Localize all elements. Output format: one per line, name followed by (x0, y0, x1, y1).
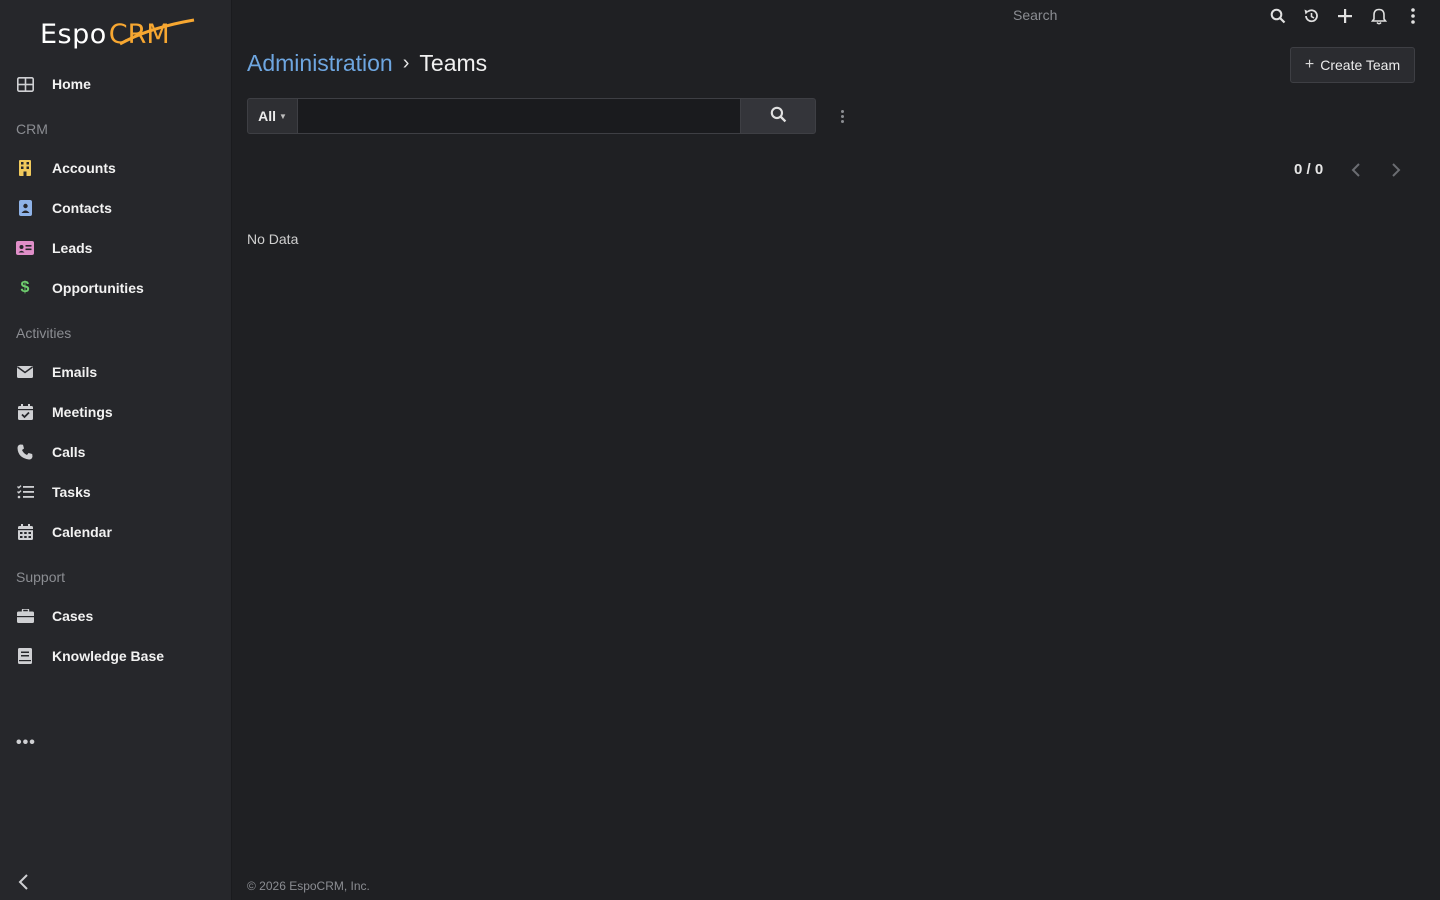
collapse-sidebar-icon[interactable] (16, 872, 32, 892)
home-grid-icon (16, 75, 34, 93)
empty-list-message: No Data (247, 231, 299, 247)
breadcrumb-separator-icon: › (402, 52, 410, 74)
contact-card-icon (16, 199, 34, 217)
search-icon (770, 106, 787, 126)
caret-down-icon: ▼ (278, 111, 287, 121)
app-logo[interactable]: Espo CRM (40, 14, 200, 54)
id-card-icon (16, 239, 34, 257)
sidebar-item-label: Contacts (52, 200, 112, 216)
breadcrumb: Administration › Teams (247, 50, 487, 77)
nav-group-support: Support (16, 569, 66, 585)
logo-text-main: Espo (40, 18, 107, 50)
sidebar-item-label: Opportunities (52, 280, 144, 296)
plus-icon[interactable] (1335, 6, 1355, 26)
search-button[interactable] (740, 98, 816, 134)
sidebar-item-label: Knowledge Base (52, 648, 165, 664)
tasks-list-icon (16, 483, 34, 501)
breadcrumb-administration-link[interactable]: Administration (247, 50, 393, 77)
sidebar-item-emails[interactable]: Emails (0, 352, 231, 392)
sidebar-item-label: Meetings (52, 404, 113, 420)
history-icon[interactable] (1301, 6, 1321, 26)
sidebar-item-tasks[interactable]: Tasks (0, 472, 231, 512)
sidebar-item-accounts[interactable]: Accounts (0, 148, 231, 188)
sidebar-item-calendar[interactable]: Calendar (0, 512, 231, 552)
sidebar: Espo CRM Home CRM Accounts Contacts Lead… (0, 0, 232, 900)
calendar-check-icon (16, 403, 34, 421)
briefcase-icon (16, 607, 34, 625)
calendar-grid-icon (16, 523, 34, 541)
filter-dropdown-button[interactable]: All ▼ (247, 98, 298, 134)
sidebar-item-cases[interactable]: Cases (0, 596, 231, 636)
sidebar-item-label: Calendar (52, 524, 112, 540)
next-page-icon[interactable] (1386, 160, 1406, 180)
sidebar-item-label: Calls (52, 444, 86, 460)
sidebar-item-calls[interactable]: Calls (0, 432, 231, 472)
filter-label: All (258, 108, 276, 124)
sidebar-item-label: Cases (52, 608, 94, 624)
sidebar-item-label: Leads (52, 240, 93, 256)
sidebar-item-label: Tasks (52, 484, 91, 500)
phone-icon (16, 443, 34, 461)
page-title: Teams (419, 50, 488, 76)
sidebar-item-knowledge-base[interactable]: Knowledge Base (0, 636, 231, 676)
create-team-label: Create Team (1320, 57, 1401, 73)
bell-icon[interactable] (1369, 6, 1389, 26)
sidebar-item-label: Emails (52, 364, 98, 380)
envelope-icon (16, 363, 34, 381)
pagination-count: 0 / 0 (1294, 161, 1324, 178)
previous-page-icon[interactable] (1346, 160, 1366, 180)
building-icon (16, 159, 34, 177)
logo-swoosh-icon (119, 18, 195, 46)
plus-icon: + (1304, 56, 1315, 73)
sidebar-item-leads[interactable]: Leads (0, 228, 231, 268)
search-icon[interactable] (1268, 6, 1288, 26)
create-team-button[interactable]: + Create Team (1290, 47, 1415, 83)
global-search-input[interactable]: Search (1013, 7, 1057, 23)
sidebar-item-label: Accounts (52, 160, 116, 176)
sidebar-item-opportunities[interactable]: $ Opportunities (0, 268, 231, 308)
footer-copyright: © 2026 EspoCRM, Inc. (247, 879, 370, 893)
sidebar-item-meetings[interactable]: Meetings (0, 392, 231, 432)
sidebar-item-label: Home (52, 76, 91, 92)
nav-group-activities: Activities (16, 325, 72, 341)
sidebar-item-home[interactable]: Home (0, 64, 231, 104)
search-options-kebab-icon[interactable] (836, 106, 848, 126)
kebab-menu-icon[interactable] (1403, 6, 1423, 26)
sidebar-item-contacts[interactable]: Contacts (0, 188, 231, 228)
list-search-input[interactable] (298, 98, 740, 134)
more-menu-icon[interactable]: ••• (16, 734, 36, 752)
dollar-icon: $ (20, 279, 30, 296)
book-icon (16, 647, 34, 665)
nav-group-crm: CRM (16, 121, 48, 137)
